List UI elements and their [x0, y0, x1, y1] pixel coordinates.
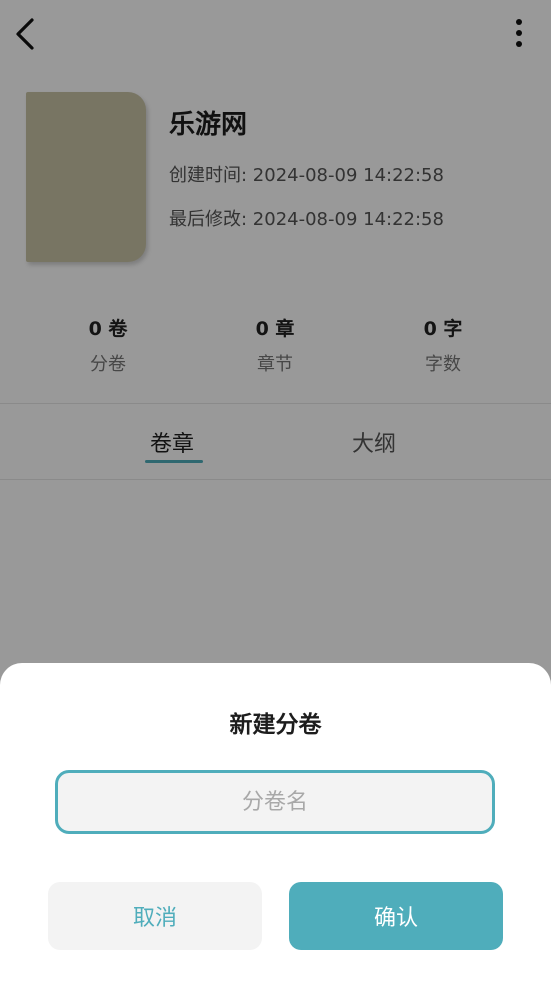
- new-volume-dialog: 新建分卷 取消 确认: [0, 663, 551, 981]
- dialog-title: 新建分卷: [229, 712, 322, 738]
- volume-name-input[interactable]: [55, 770, 495, 834]
- confirm-button[interactable]: 确认: [289, 882, 503, 950]
- cancel-button[interactable]: 取消: [48, 882, 262, 950]
